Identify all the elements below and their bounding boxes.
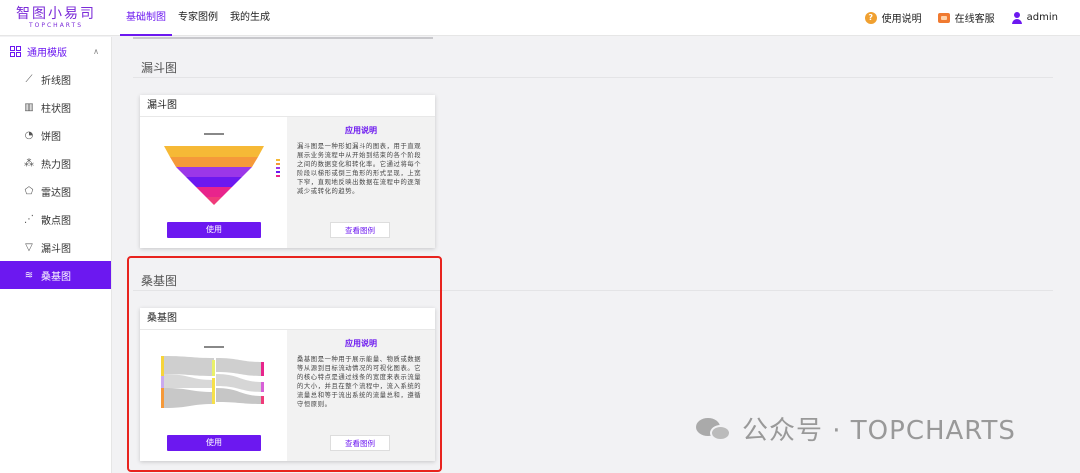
wechat-icon [696,416,732,442]
line-chart-icon: ⟋ [25,73,33,85]
sidebar-item-pie[interactable]: ◔ 饼图 [0,121,111,149]
help-label: 使用说明 [881,14,922,25]
card-description: 应用说明 漏斗图是一种形如漏斗的图表，用于直观展示业务流程中从开始到结束的各个阶… [287,117,435,248]
desc-title: 应用说明 [345,126,377,135]
sidebar-item-label: 饼图 [41,131,61,143]
tab-my-generated[interactable]: 我的生成 [224,0,276,36]
sidebar-group-label: 通用模版 [27,47,67,59]
section-title-funnel: 漏斗图 [141,61,178,75]
sidebar-item-bar[interactable]: ▥ 柱状图 [0,93,111,121]
pie-chart-icon: ◔ [24,129,34,141]
chat-service-icon [937,12,950,23]
sidebar-item-label: 雷达图 [41,187,71,199]
sidebar-item-funnel[interactable]: ▽ 漏斗图 [0,233,111,261]
user-icon [1011,11,1023,24]
sidebar-item-radar[interactable]: ⬠ 雷达图 [0,177,111,205]
sidebar-item-label: 漏斗图 [41,243,71,255]
card-title: 漏斗图 [140,95,435,117]
sidebar-item-scatter[interactable]: ⋰ 散点图 [0,205,111,233]
heatmap-icon: ⁂ [24,157,34,169]
help-icon: ? [864,11,877,24]
sidebar-item-label: 散点图 [41,215,71,227]
sidebar-item-label: 折线图 [41,75,71,87]
desc-text: 漏斗图是一种形如漏斗的图表，用于直观展示业务流程中从开始到结束的各个阶段之间的数… [297,143,422,195]
top-nav: 基础制图 专家图例 我的生成 [120,0,276,36]
radar-chart-icon: ⬠ [24,185,34,197]
watermark: 公众号 · TOPCHARTS [696,410,1016,447]
help-link[interactable]: ? 使用说明 [864,10,922,25]
header-right: ? 使用说明 在线客服 admin [849,10,1080,25]
service-link[interactable]: 在线客服 [937,10,995,25]
sidebar-item-heatmap[interactable]: ⁂ 热力图 [0,149,111,177]
sidebar-item-label: 桑基图 [41,271,71,283]
funnel-chart-icon: ▽ [25,241,33,253]
sidebar-group-general[interactable]: 通用模版 ∧ [0,37,111,65]
tab-basic[interactable]: 基础制图 [120,0,172,36]
sidebar-item-line[interactable]: ⟋ 折线图 [0,65,111,93]
sidebar-item-sankey[interactable]: ≋ 桑基图 [0,261,111,289]
service-label: 在线客服 [954,14,995,25]
grid-icon [10,45,21,57]
card-preview[interactable]: 使用 [140,117,287,248]
watermark-text: 公众号 · TOPCHARTS [742,416,1016,446]
user-name: admin [1026,12,1058,23]
highlight-box [127,256,442,472]
user-menu[interactable]: admin [1011,11,1058,24]
tab-expert[interactable]: 专家图例 [172,0,224,36]
view-example-button-funnel[interactable]: 查看图例 [330,222,390,238]
use-button-funnel[interactable]: 使用 [167,222,261,238]
top-header: 智图小易司 TOPCHARTS 基础制图 专家图例 我的生成 ? 使用说明 在线… [0,0,1080,36]
sidebar: 通用模版 ∧ ⟋ 折线图 ▥ 柱状图 ◔ 饼图 ⁂ 热力图 ⬠ 雷达图 ⋰ 散点… [0,37,112,473]
section-divider [133,77,1053,78]
main-content: 漏斗图 漏斗图 使用 应用说明 漏斗图是一种形如漏斗的图表，用于直观展示业务流程… [113,37,1080,473]
template-card-funnel: 漏斗图 使用 应用说明 漏斗图是一种形如漏斗的图表，用于直观展示业务流程中从开始… [140,95,435,248]
chevron-up-icon: ∧ [93,46,99,56]
logo[interactable]: 智图小易司 TOPCHARTS [0,7,112,29]
bar-chart-icon: ▥ [24,101,34,113]
logo-cn: 智图小易司 [16,5,96,22]
sankey-chart-icon: ≋ [24,269,34,281]
sidebar-item-label: 热力图 [41,159,71,171]
sidebar-item-label: 柱状图 [41,103,71,115]
scatter-chart-icon: ⋰ [24,213,34,225]
logo-en: TOPCHARTS [28,21,84,29]
scroll-shadow [133,37,433,39]
